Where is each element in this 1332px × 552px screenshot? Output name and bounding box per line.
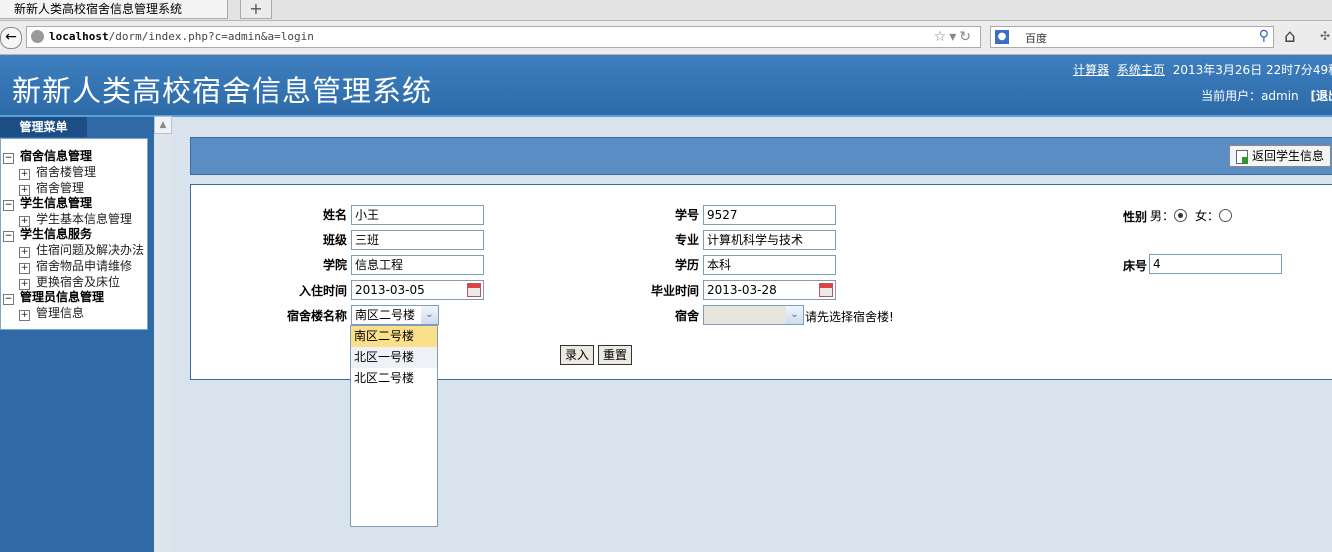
extension-icon[interactable]: ✣ — [1320, 29, 1330, 43]
new-tab-button[interactable]: + — [240, 0, 272, 19]
baidu-paw-icon[interactable]: ● — [995, 30, 1009, 44]
sidebar-scrollbar[interactable]: ▲ — [154, 116, 172, 552]
menu-tree: − 宿舍信息管理 + 宿舍楼管理 + 宿舍管理 − 学生信息管理 + 学生基本信息管理 −… — [0, 138, 148, 330]
tree-node-icon: + — [19, 279, 30, 290]
chevron-down-icon[interactable]: ⌄ — [421, 306, 438, 324]
search-engine-name: 百度 — [1025, 32, 1047, 45]
male-radio[interactable] — [1174, 209, 1188, 222]
female-radio[interactable] — [1219, 209, 1233, 222]
reset-button[interactable]: 重置 — [598, 345, 633, 365]
collapse-icon[interactable]: − — [3, 231, 14, 242]
sidebar-item-repair-request[interactable]: + 宿舍物品申请维修 — [1, 258, 147, 274]
dropdown-option[interactable]: 南区二号楼 — [351, 326, 437, 347]
address-bar[interactable]: localhost/dorm/index.php?c=admin&a=login… — [26, 26, 981, 48]
graduation-date-input[interactable]: 2013-03-28 — [703, 280, 836, 300]
sidebar-item-admin-info[interactable]: + 管理信息 — [1, 305, 147, 321]
dorm-label: 宿舍 — [674, 309, 699, 323]
sidebar-item-change-dorm[interactable]: + 更换宿舍及床位 — [1, 274, 147, 290]
scroll-up-icon[interactable]: ▲ — [154, 116, 172, 134]
back-arrow-icon[interactable]: ← — [0, 27, 22, 49]
browser-tab[interactable]: 新新人类高校宿舍信息管理系统 — [0, 0, 228, 19]
tree-group-service[interactable]: − 学生信息服务 — [1, 227, 147, 242]
current-user: 当前用户：admin — [1201, 89, 1299, 103]
document-icon — [1236, 150, 1248, 164]
dorm-hint: 请先选择宿舍楼! — [805, 310, 894, 324]
building-dropdown-list[interactable]: 南区二号楼 北区一号楼 北区二号楼 — [350, 325, 438, 527]
collapse-icon[interactable]: − — [3, 294, 14, 305]
page-title: 新新人类高校宿舍信息管理系统 — [12, 74, 433, 108]
url-text: localhost/dorm/index.php?c=admin&a=login — [49, 30, 314, 43]
search-bar[interactable]: ● 百度 ⚲ — [990, 26, 1274, 48]
name-input[interactable]: 小王 — [351, 205, 484, 225]
calendar-icon[interactable] — [467, 283, 481, 297]
graduation-label: 毕业时间 — [650, 284, 699, 298]
collapse-icon[interactable]: − — [3, 153, 14, 164]
female-label: 女： — [1195, 209, 1220, 223]
user-info: 当前用户：admin [退出 — [1201, 87, 1332, 104]
college-input[interactable]: 信息工程 — [351, 255, 484, 275]
home-icon[interactable]: ⌂ — [1284, 26, 1295, 47]
building-select[interactable]: 南区二号楼 ⌄ — [351, 305, 439, 325]
chevron-down-icon[interactable]: ⌄ — [786, 306, 803, 324]
back-to-student-info-button[interactable]: 返回学生信息 — [1229, 145, 1332, 167]
bookmark-star-icon[interactable]: ☆▾↻ — [934, 29, 974, 45]
globe-icon — [31, 30, 44, 43]
calendar-icon[interactable] — [819, 283, 833, 297]
sidebar-item-lodging-issues[interactable]: + 住宿问题及解决办法 — [1, 242, 147, 258]
menu-tab[interactable]: 管理菜单 — [0, 117, 87, 137]
tree-group-admin[interactable]: − 管理员信息管理 — [1, 290, 147, 305]
major-input[interactable]: 计算机科学与技术 — [703, 230, 836, 250]
app-header: 新新人类高校宿舍信息管理系统 计算器 系统主页 2013年3月26日 22时7分… — [0, 55, 1332, 115]
tree-node-icon: + — [19, 216, 30, 227]
dropdown-option[interactable]: 北区一号楼 — [351, 347, 437, 368]
checkin-date-input[interactable]: 2013-03-05 — [351, 280, 484, 300]
calculator-link[interactable]: 计算器 — [1073, 63, 1109, 77]
male-label: 男： — [1150, 209, 1175, 223]
tree-node-icon: + — [19, 263, 30, 274]
gender-radio-group: 男： 女： — [1150, 207, 1240, 224]
name-label: 姓名 — [322, 208, 347, 222]
bed-label: 床号 — [1122, 259, 1147, 273]
dropdown-option[interactable]: 北区二号楼 — [351, 368, 437, 389]
building-label: 宿舍楼名称 — [286, 309, 347, 323]
degree-input[interactable]: 本科 — [703, 255, 836, 275]
gender-label: 性别 — [1122, 210, 1147, 224]
student-id-label: 学号 — [674, 208, 699, 222]
tree-node-icon: + — [19, 185, 30, 196]
sidebar-item-student-info[interactable]: + 学生基本信息管理 — [1, 211, 147, 227]
datetime-text: 2013年3月26日 22时7分49秒 星期 — [1172, 63, 1332, 77]
tree-node-icon: + — [19, 247, 30, 258]
dorm-select[interactable]: ⌄ — [703, 305, 804, 325]
content-header: 返回学生信息 — [190, 137, 1332, 175]
major-label: 专业 — [674, 233, 699, 247]
header-links: 计算器 系统主页 2013年3月26日 22时7分49秒 星期 — [1073, 61, 1332, 78]
college-label: 学院 — [322, 258, 347, 272]
checkin-label: 入住时间 — [298, 284, 347, 298]
sidebar-item-dorm-mgmt[interactable]: + 宿舍管理 — [1, 180, 147, 196]
class-label: 班级 — [322, 233, 347, 247]
tree-node-icon: + — [19, 169, 30, 180]
student-id-input[interactable]: 9527 — [703, 205, 836, 225]
degree-label: 学历 — [674, 258, 699, 272]
tree-node-icon: + — [19, 310, 30, 321]
sidebar-item-building-mgmt[interactable]: + 宿舍楼管理 — [1, 164, 147, 180]
browser-nav-bar: ← localhost/dorm/index.php?c=admin&a=log… — [0, 21, 1332, 55]
collapse-icon[interactable]: − — [3, 200, 14, 211]
bed-input[interactable]: 4 — [1149, 254, 1282, 274]
tree-group-student[interactable]: − 学生信息管理 — [1, 196, 147, 211]
browser-tab-bar: 新新人类高校宿舍信息管理系统 + — [0, 0, 1332, 21]
tree-group-dorm[interactable]: − 宿舍信息管理 — [1, 149, 147, 164]
class-input[interactable]: 三班 — [351, 230, 484, 250]
search-icon[interactable]: ⚲ — [1259, 28, 1269, 44]
header-divider — [0, 115, 1332, 117]
system-home-link[interactable]: 系统主页 — [1117, 63, 1165, 77]
submit-button[interactable]: 录入 — [560, 345, 595, 365]
logout-link[interactable]: [退出 — [1311, 89, 1332, 103]
